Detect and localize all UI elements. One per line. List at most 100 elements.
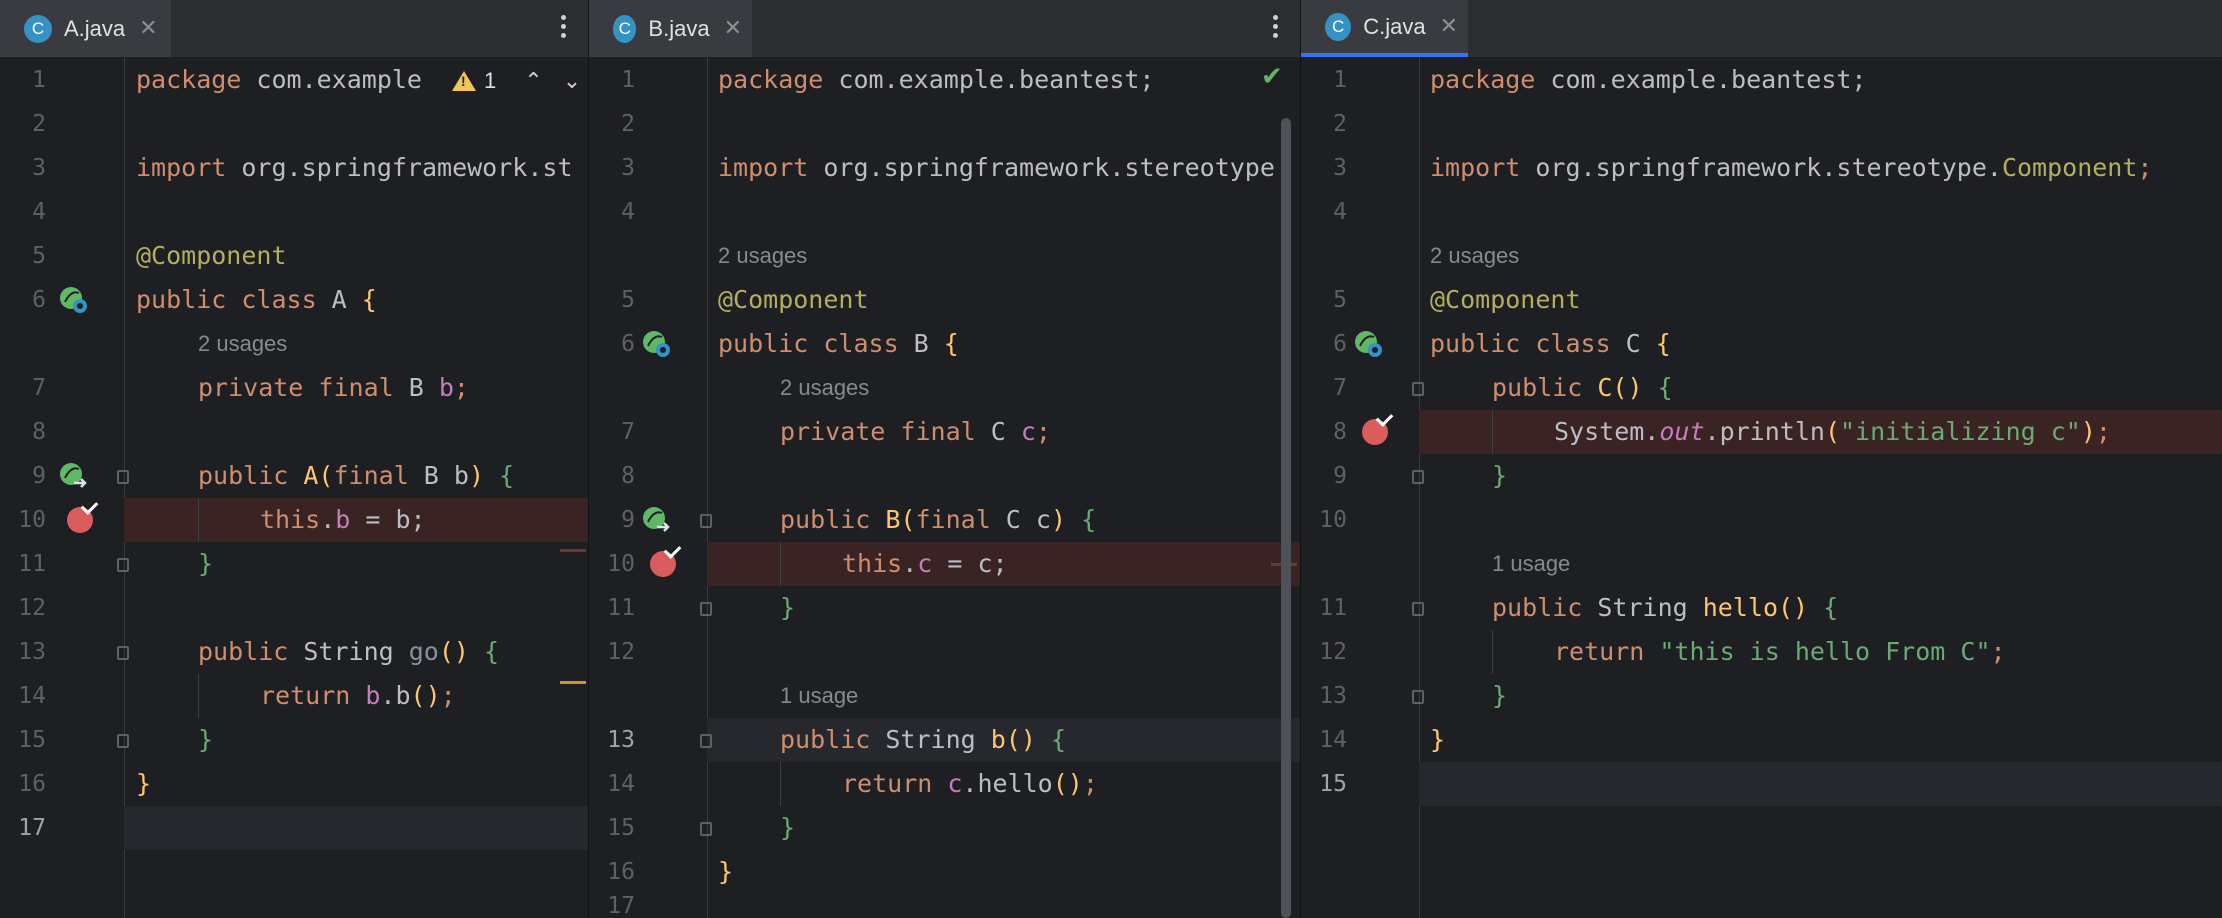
code-token: ; (453, 373, 469, 402)
code-token: @Component (1430, 285, 1581, 314)
code-token: b (990, 725, 1006, 754)
breakpoint-icon[interactable] (1362, 419, 1388, 445)
close-icon[interactable]: ✕ (724, 16, 742, 41)
code-token: ( (318, 461, 334, 490)
code-token: @Component (718, 285, 869, 314)
code-token: import (718, 153, 809, 182)
tab-label: B.java (648, 15, 710, 41)
usages-hint[interactable]: 1 usage (780, 674, 858, 718)
line-number: 15 (1319, 771, 1347, 797)
code-area-a[interactable]: 1 package com.example 1 ⌃ ⌄ 2 3 import org… (0, 58, 588, 918)
code-token: private final (198, 373, 394, 402)
code-token: import (1430, 153, 1521, 182)
code-token: } (136, 769, 152, 798)
spring-bean-icon[interactable] (1353, 329, 1383, 359)
line-number: 12 (1319, 639, 1347, 665)
code-token: public (1492, 373, 1583, 402)
chevron-up-icon[interactable]: ⌃ (524, 69, 542, 94)
tab-b-java[interactable]: C B.java ✕ (589, 0, 752, 57)
usages-hint[interactable]: 2 usages (780, 366, 869, 410)
line-number: 17 (607, 893, 635, 918)
error-stripe-mark[interactable] (560, 549, 586, 552)
close-icon[interactable]: ✕ (139, 16, 157, 41)
line-number: 10 (607, 551, 635, 577)
warning-icon (452, 71, 476, 91)
more-options-icon[interactable] (558, 12, 568, 44)
breakpoint-icon[interactable] (67, 507, 93, 533)
code-area-b[interactable]: 1 package com.example.beantest; ✔ 2 3 impo… (589, 58, 1300, 918)
line-number: 13 (607, 727, 635, 753)
tab-label: C.java (1363, 13, 1426, 39)
line-number: 14 (1319, 727, 1347, 753)
spring-bean-icon[interactable] (58, 285, 88, 315)
fold-icon[interactable] (1412, 470, 1424, 484)
code-token: org.springframework.st (226, 153, 573, 182)
fold-icon[interactable] (117, 646, 129, 660)
close-icon[interactable]: ✕ (1440, 14, 1458, 39)
code-token: C (1610, 329, 1656, 358)
tab-c-java[interactable]: C C.java ✕ (1301, 0, 1468, 57)
line-number: 6 (1333, 331, 1347, 357)
line-number: 4 (32, 199, 46, 225)
code-token: ; (2095, 417, 2111, 446)
code-token: return (842, 769, 933, 798)
line-number: 14 (18, 683, 46, 709)
code-token: .b (380, 681, 411, 710)
line-number: 6 (32, 287, 46, 313)
code-area-c[interactable]: 1 package com.example.beantest; 2 3 import… (1301, 58, 2222, 918)
warning-stripe-mark[interactable] (560, 681, 586, 684)
line-number: 11 (1319, 595, 1347, 621)
code-token: org.springframework.stereotype. (1520, 153, 2002, 182)
indent-guide (198, 498, 199, 542)
spring-autowire-icon[interactable] (58, 461, 88, 491)
fold-icon[interactable] (700, 822, 712, 836)
code-token: { (1655, 329, 1671, 358)
code-token: ; (1035, 417, 1051, 446)
code-token: A (316, 285, 362, 314)
fold-icon[interactable] (1412, 382, 1424, 396)
code-token: ) (2080, 417, 2096, 446)
usages-hint[interactable]: 2 usages (718, 234, 807, 278)
editor-pane-a: C A.java ✕ 1 package com.example 1 ⌃ ⌄ 2 … (0, 0, 588, 918)
code-token: hello (1702, 593, 1778, 622)
code-token: .hello (962, 769, 1053, 798)
java-class-icon: C (24, 14, 52, 43)
code-token: . (320, 505, 336, 534)
usages-hint[interactable]: 2 usages (198, 322, 287, 366)
fold-icon[interactable] (1412, 690, 1424, 704)
line-number: 12 (18, 595, 46, 621)
code-token: } (718, 857, 734, 886)
fold-icon[interactable] (117, 470, 129, 484)
code-token: B (898, 329, 944, 358)
code-token: go (408, 637, 439, 666)
code-token: ) (1050, 505, 1067, 534)
code-token: org.springframework.stereotype (808, 153, 1275, 182)
vertical-scrollbar[interactable] (1281, 118, 1291, 918)
usages-hint[interactable]: 1 usage (1492, 542, 1570, 586)
code-token: String (1582, 593, 1703, 622)
tab-a-java[interactable]: C A.java ✕ (0, 0, 171, 57)
code-token: C (975, 417, 1021, 446)
code-token: Component (2001, 153, 2138, 182)
code-token: package (718, 65, 824, 94)
fold-icon[interactable] (700, 734, 712, 748)
breakpoint-icon[interactable] (650, 551, 676, 577)
spring-autowire-icon[interactable] (641, 505, 671, 535)
more-options-icon[interactable] (1270, 12, 1280, 44)
line-number: 3 (1333, 155, 1347, 181)
fold-icon[interactable] (700, 602, 712, 616)
usages-hint[interactable]: 2 usages (1430, 234, 1519, 278)
fold-icon[interactable] (117, 734, 129, 748)
ide-editor-split: C A.java ✕ 1 package com.example 1 ⌃ ⌄ 2 … (0, 0, 2222, 918)
no-problems-check-icon[interactable]: ✔ (1261, 62, 1283, 92)
chevron-down-icon[interactable]: ⌄ (563, 69, 581, 94)
code-token: c (1020, 417, 1036, 446)
fold-icon[interactable] (117, 558, 129, 572)
code-token: . (902, 549, 918, 578)
inspection-widget[interactable]: 1 ⌃ ⌄ (452, 68, 581, 94)
fold-icon[interactable] (700, 514, 712, 528)
spring-bean-icon[interactable] (641, 329, 671, 359)
line-number: 3 (621, 155, 635, 181)
fold-icon[interactable] (1412, 602, 1424, 616)
indent-guide (780, 542, 781, 586)
